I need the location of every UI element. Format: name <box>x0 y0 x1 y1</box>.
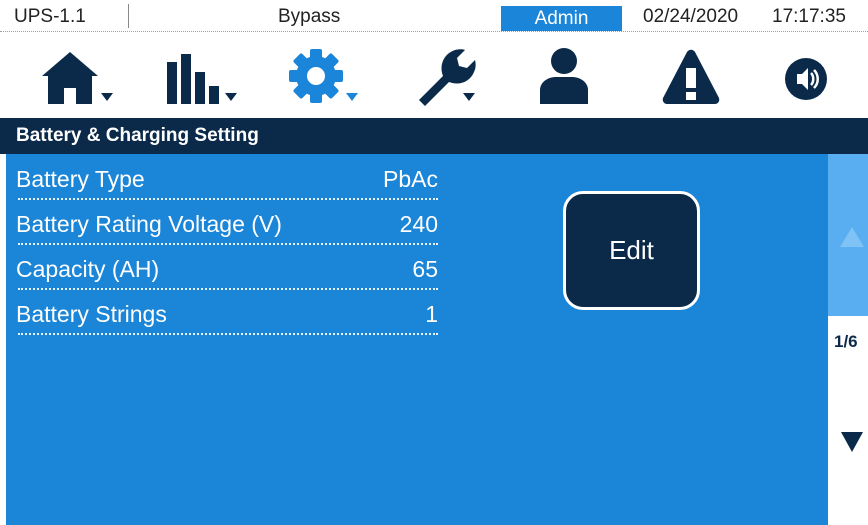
bar-chart-icon[interactable] <box>165 46 245 106</box>
setting-row-battery-strings: Battery Strings 1 <box>16 289 438 335</box>
home-icon[interactable] <box>38 46 118 106</box>
operating-mode: Bypass <box>278 6 341 27</box>
warning-icon[interactable] <box>657 46 721 106</box>
arrow-down-icon <box>841 432 863 452</box>
setting-value: 65 <box>412 256 438 282</box>
setting-label: Battery Strings <box>16 301 167 327</box>
scroll-up-button[interactable] <box>828 154 868 316</box>
edit-button[interactable]: Edit <box>563 191 700 310</box>
user-badge: Admin <box>501 6 622 31</box>
status-bar: UPS-1.1 Bypass Admin 02/24/2020 17:17:35 <box>0 0 868 33</box>
user-icon[interactable] <box>540 46 600 106</box>
setting-label: Battery Rating Voltage (V) <box>16 211 282 237</box>
page-indicator: 1/6 <box>834 332 858 351</box>
gear-icon[interactable] <box>288 46 368 106</box>
scroll-down-button[interactable] <box>828 416 868 456</box>
setting-value: 240 <box>399 211 438 237</box>
main-toolbar <box>0 33 868 118</box>
status-time: 17:17:35 <box>772 6 846 27</box>
pagination-column: 1/6 <box>828 154 868 525</box>
wrench-icon[interactable] <box>413 46 493 106</box>
device-name: UPS-1.1 <box>14 6 86 27</box>
setting-row-rating-voltage: Battery Rating Voltage (V) 240 <box>16 199 438 245</box>
status-date: 02/24/2020 <box>643 6 739 27</box>
status-divider <box>128 4 129 28</box>
page-title: Battery & Charging Setting <box>0 118 868 154</box>
setting-label: Capacity (AH) <box>16 256 160 282</box>
setting-value: PbAc <box>383 166 438 192</box>
status-divider-line <box>0 31 868 32</box>
settings-panel: Battery Type PbAc Battery Rating Voltage… <box>6 154 828 525</box>
arrow-up-icon <box>840 227 864 247</box>
setting-row-battery-type: Battery Type PbAc <box>16 154 438 200</box>
setting-row-capacity: Capacity (AH) 65 <box>16 244 438 290</box>
row-divider <box>18 333 438 335</box>
setting-label: Battery Type <box>16 166 145 192</box>
sound-icon[interactable] <box>784 46 844 106</box>
setting-value: 1 <box>425 301 438 327</box>
